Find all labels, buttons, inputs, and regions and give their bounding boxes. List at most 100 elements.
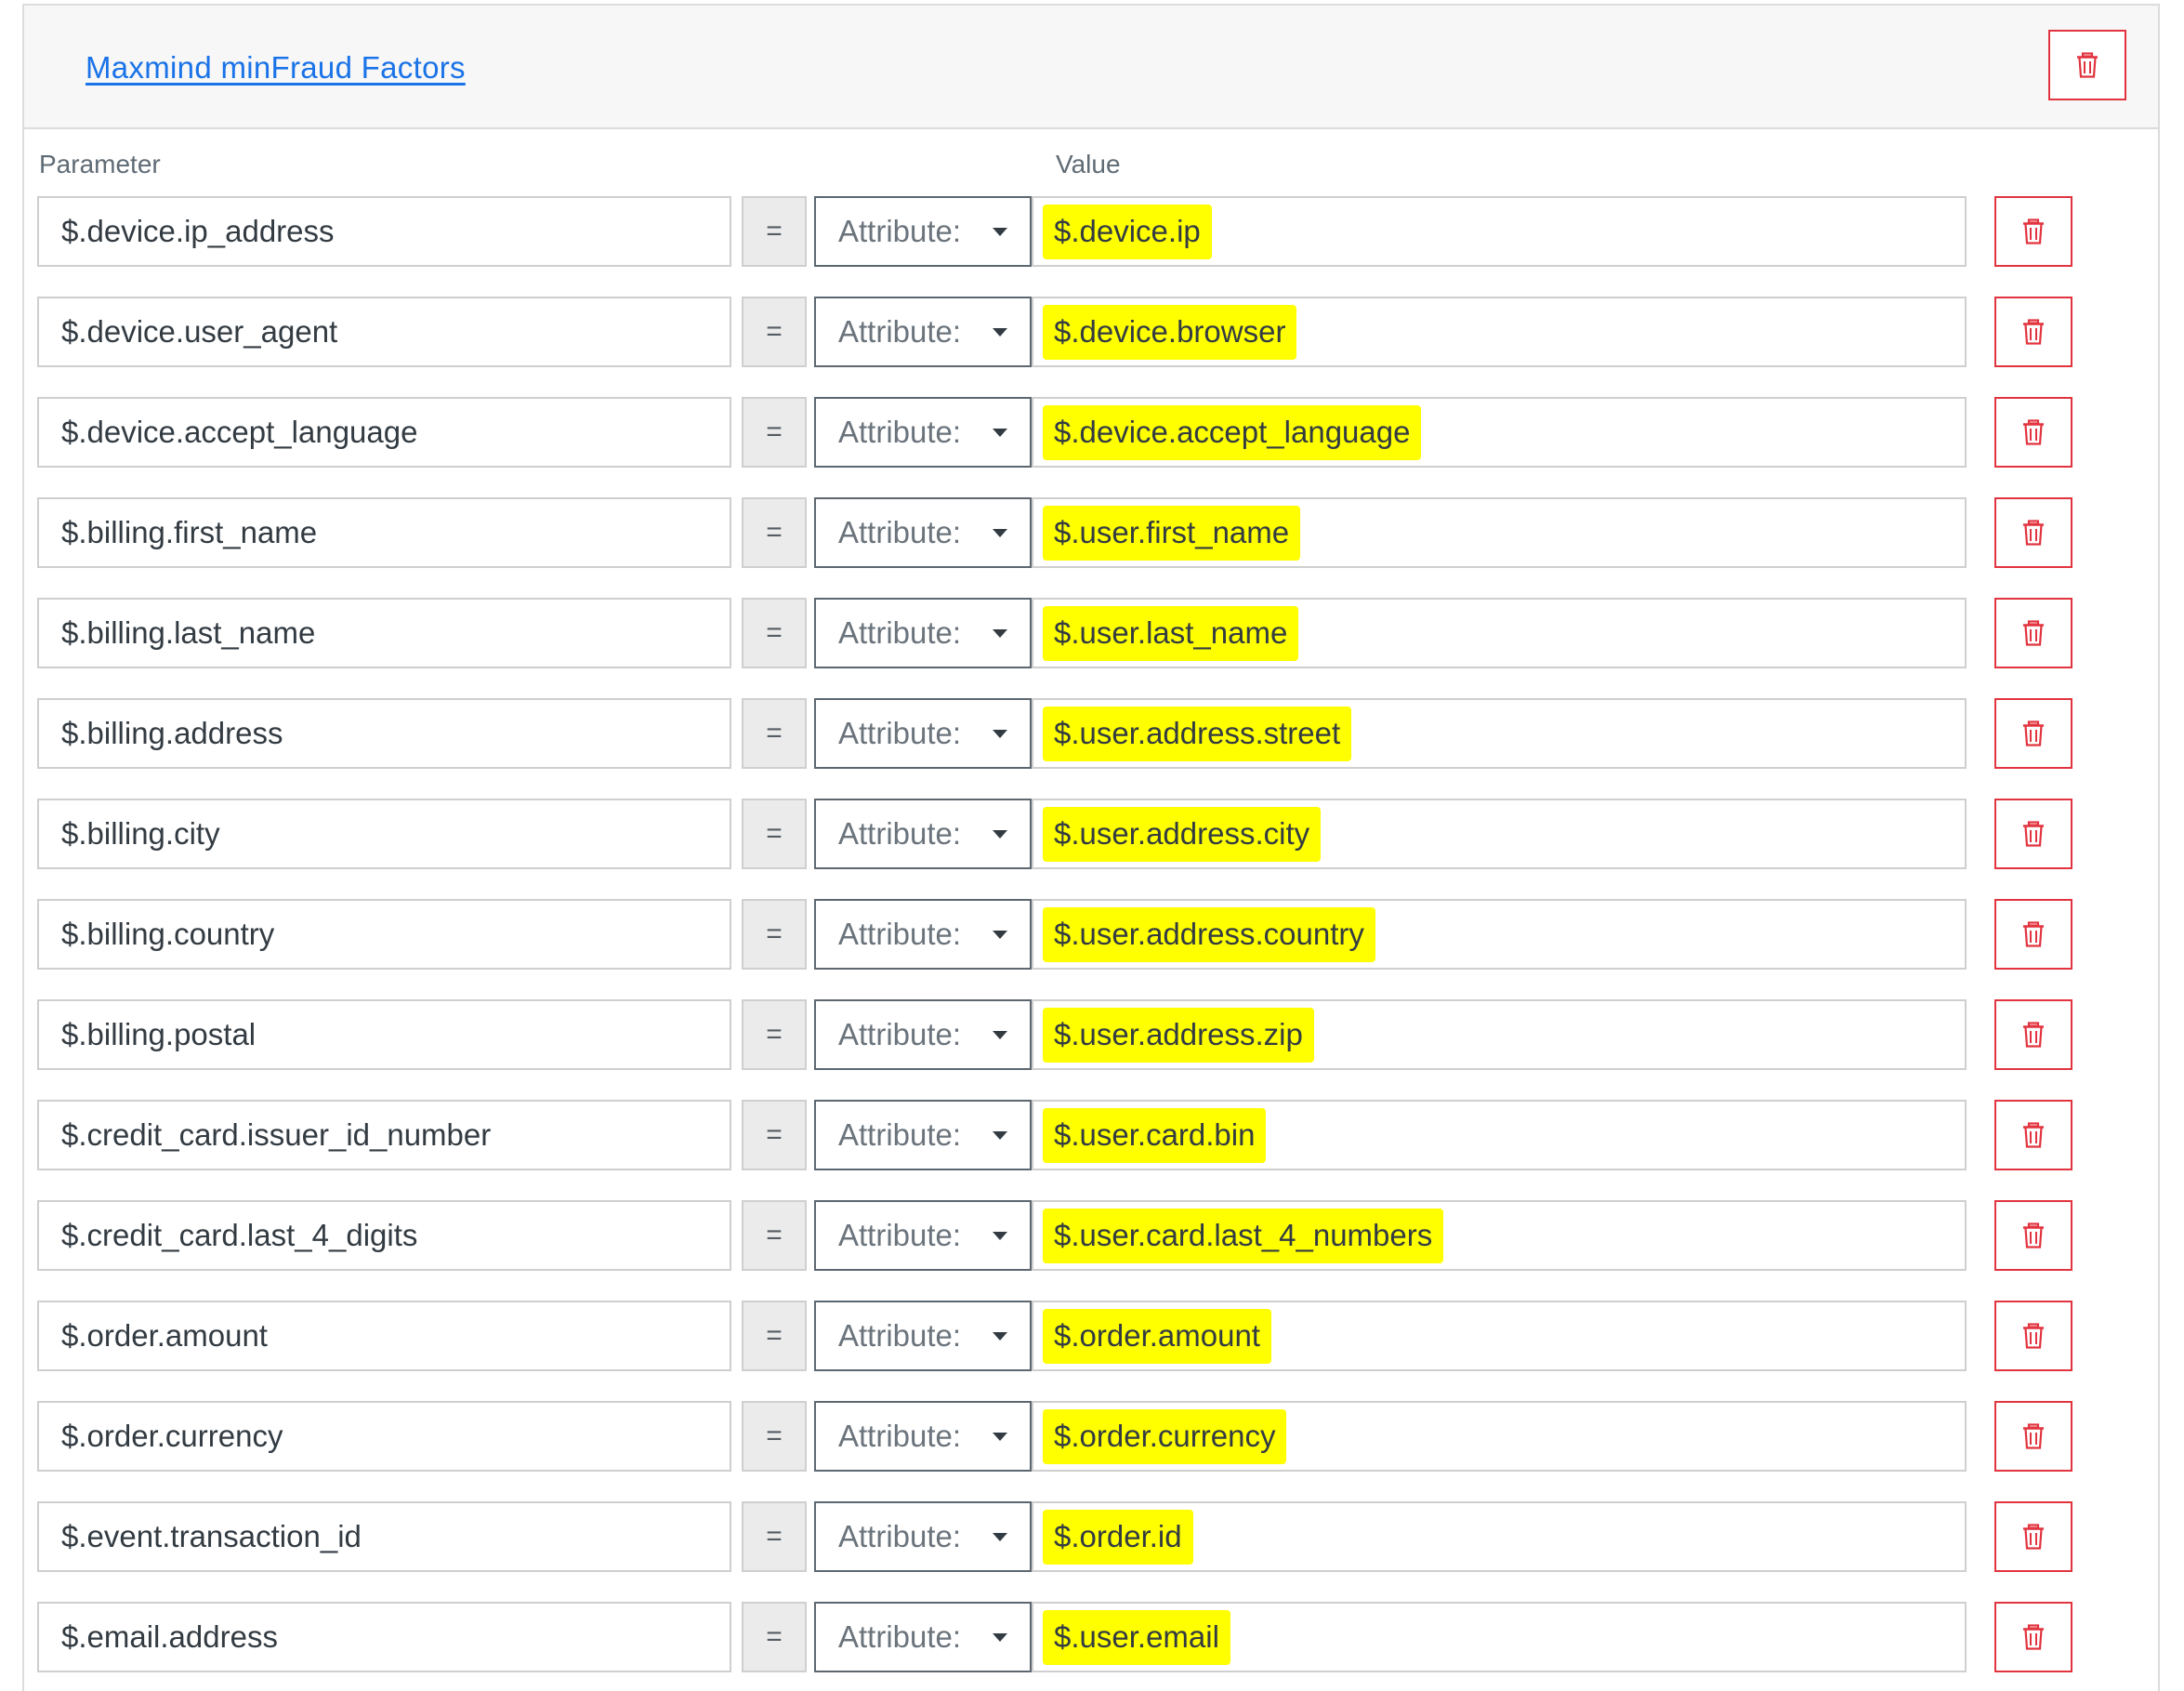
- caret-down-icon: [993, 228, 1007, 236]
- operator-label: =: [742, 1501, 807, 1572]
- delete-row-button[interactable]: [1994, 1501, 2072, 1572]
- parameter-input[interactable]: $.billing.address: [37, 698, 731, 769]
- value-column-label: Value: [1056, 150, 1121, 178]
- source-dropdown[interactable]: Attribute:: [814, 799, 1032, 869]
- source-dropdown[interactable]: Attribute:: [814, 196, 1032, 267]
- factor-row: $.order.amount = Attribute: $.order.amou…: [24, 1301, 2162, 1373]
- source-dropdown-label: Attribute:: [838, 314, 962, 349]
- parameter-input[interactable]: $.device.ip_address: [37, 196, 731, 267]
- value-input[interactable]: $.user.email: [1032, 1602, 1967, 1672]
- operator-label: =: [742, 397, 807, 468]
- delete-row-button[interactable]: [1994, 999, 2072, 1070]
- source-dropdown[interactable]: Attribute:: [814, 1501, 1032, 1572]
- operator-label: =: [742, 1602, 807, 1672]
- parameter-input[interactable]: $.device.user_agent: [37, 297, 731, 367]
- value-input[interactable]: $.user.address.country: [1032, 899, 1967, 970]
- value-input[interactable]: $.user.address.city: [1032, 799, 1967, 869]
- source-dropdown[interactable]: Attribute:: [814, 999, 1032, 1070]
- factor-row: $.billing.city = Attribute: $.user.addre…: [24, 799, 2162, 871]
- value-input[interactable]: $.user.card.bin: [1032, 1100, 1967, 1170]
- parameter-input[interactable]: $.credit_card.last_4_digits: [37, 1200, 731, 1271]
- value-input[interactable]: $.device.browser: [1032, 297, 1967, 367]
- value-input[interactable]: $.user.first_name: [1032, 497, 1967, 568]
- source-dropdown[interactable]: Attribute:: [814, 1200, 1032, 1271]
- value-input[interactable]: $.order.currency: [1032, 1401, 1967, 1472]
- parameter-input[interactable]: $.order.amount: [37, 1301, 731, 1371]
- source-dropdown[interactable]: Attribute:: [814, 397, 1032, 468]
- trash-icon: [2022, 1323, 2045, 1349]
- delete-row-button[interactable]: [1994, 698, 2072, 769]
- delete-row-button[interactable]: [1994, 497, 2072, 568]
- value-input[interactable]: $.user.address.zip: [1032, 999, 1967, 1070]
- trash-icon: [2022, 1624, 2045, 1650]
- parameter-input[interactable]: $.credit_card.issuer_id_number: [37, 1100, 731, 1170]
- source-dropdown[interactable]: Attribute:: [814, 497, 1032, 568]
- parameter-input[interactable]: $.billing.city: [37, 799, 731, 869]
- minfraud-factors-panel: Maxmind minFraud Factors Parameter Value…: [22, 4, 2160, 1691]
- value-input[interactable]: $.order.id: [1032, 1501, 1967, 1572]
- source-dropdown[interactable]: Attribute:: [814, 598, 1032, 668]
- delete-row-button[interactable]: [1994, 899, 2072, 970]
- parameter-input[interactable]: $.order.currency: [37, 1401, 731, 1472]
- parameter-input[interactable]: $.billing.last_name: [37, 598, 731, 668]
- value-input[interactable]: $.user.card.last_4_numbers: [1032, 1200, 1967, 1271]
- caret-down-icon: [993, 1533, 1007, 1541]
- value-input[interactable]: $.device.accept_language: [1032, 397, 1967, 468]
- parameter-input[interactable]: $.email.address: [37, 1602, 731, 1672]
- parameter-input[interactable]: $.event.transaction_id: [37, 1501, 731, 1572]
- caret-down-icon: [993, 1332, 1007, 1341]
- value-text-highlighted: $.user.first_name: [1043, 506, 1301, 561]
- caret-down-icon: [993, 1131, 1007, 1140]
- source-dropdown[interactable]: Attribute:: [814, 899, 1032, 970]
- value-input[interactable]: $.device.ip: [1032, 196, 1967, 267]
- parameter-column-label: Parameter: [39, 150, 161, 178]
- source-dropdown-label: Attribute:: [838, 1619, 962, 1654]
- trash-icon: [2022, 921, 2045, 947]
- delete-row-button[interactable]: [1994, 598, 2072, 668]
- caret-down-icon: [993, 830, 1007, 839]
- factor-row: $.billing.last_name = Attribute: $.user.…: [24, 598, 2162, 670]
- source-dropdown[interactable]: Attribute:: [814, 1401, 1032, 1472]
- caret-down-icon: [993, 730, 1007, 738]
- delete-row-button[interactable]: [1994, 799, 2072, 869]
- parameter-input[interactable]: $.billing.postal: [37, 999, 731, 1070]
- parameter-input[interactable]: $.device.accept_language: [37, 397, 731, 468]
- value-text-highlighted: $.user.card.last_4_numbers: [1043, 1209, 1444, 1263]
- delete-row-button[interactable]: [1994, 1602, 2072, 1672]
- trash-icon: [2022, 620, 2045, 646]
- delete-section-button[interactable]: [2048, 30, 2126, 100]
- value-text-highlighted: $.device.ip: [1043, 205, 1212, 259]
- delete-row-button[interactable]: [1994, 397, 2072, 468]
- source-dropdown-label: Attribute:: [838, 1117, 962, 1152]
- factor-row: $.device.ip_address = Attribute: $.devic…: [24, 196, 2162, 269]
- value-text-highlighted: $.user.address.country: [1043, 907, 1375, 962]
- trash-icon: [2022, 1423, 2045, 1449]
- value-text-highlighted: $.device.browser: [1043, 305, 1297, 360]
- source-dropdown[interactable]: Attribute:: [814, 1100, 1032, 1170]
- delete-row-button[interactable]: [1994, 1301, 2072, 1371]
- value-text-highlighted: $.user.card.bin: [1043, 1108, 1267, 1163]
- factor-row: $.credit_card.last_4_digits = Attribute:…: [24, 1200, 2162, 1273]
- value-input[interactable]: $.user.address.street: [1032, 698, 1967, 769]
- parameter-input[interactable]: $.billing.country: [37, 899, 731, 970]
- value-input[interactable]: $.user.last_name: [1032, 598, 1967, 668]
- parameter-input[interactable]: $.billing.first_name: [37, 497, 731, 568]
- delete-row-button[interactable]: [1994, 1401, 2072, 1472]
- value-text-highlighted: $.user.address.street: [1043, 707, 1352, 761]
- trash-icon: [2022, 218, 2045, 244]
- delete-row-button[interactable]: [1994, 196, 2072, 267]
- section-title-link[interactable]: Maxmind minFraud Factors: [86, 50, 466, 86]
- source-dropdown[interactable]: Attribute:: [814, 698, 1032, 769]
- trash-icon: [2022, 1524, 2045, 1550]
- source-dropdown[interactable]: Attribute:: [814, 1301, 1032, 1371]
- delete-row-button[interactable]: [1994, 1100, 2072, 1170]
- source-dropdown[interactable]: Attribute:: [814, 297, 1032, 367]
- operator-label: =: [742, 899, 807, 970]
- delete-row-button[interactable]: [1994, 1200, 2072, 1271]
- factor-row: $.billing.country = Attribute: $.user.ad…: [24, 899, 2162, 971]
- caret-down-icon: [993, 429, 1007, 437]
- value-input[interactable]: $.order.amount: [1032, 1301, 1967, 1371]
- delete-row-button[interactable]: [1994, 297, 2072, 367]
- source-dropdown[interactable]: Attribute:: [814, 1602, 1032, 1672]
- operator-label: =: [742, 196, 807, 267]
